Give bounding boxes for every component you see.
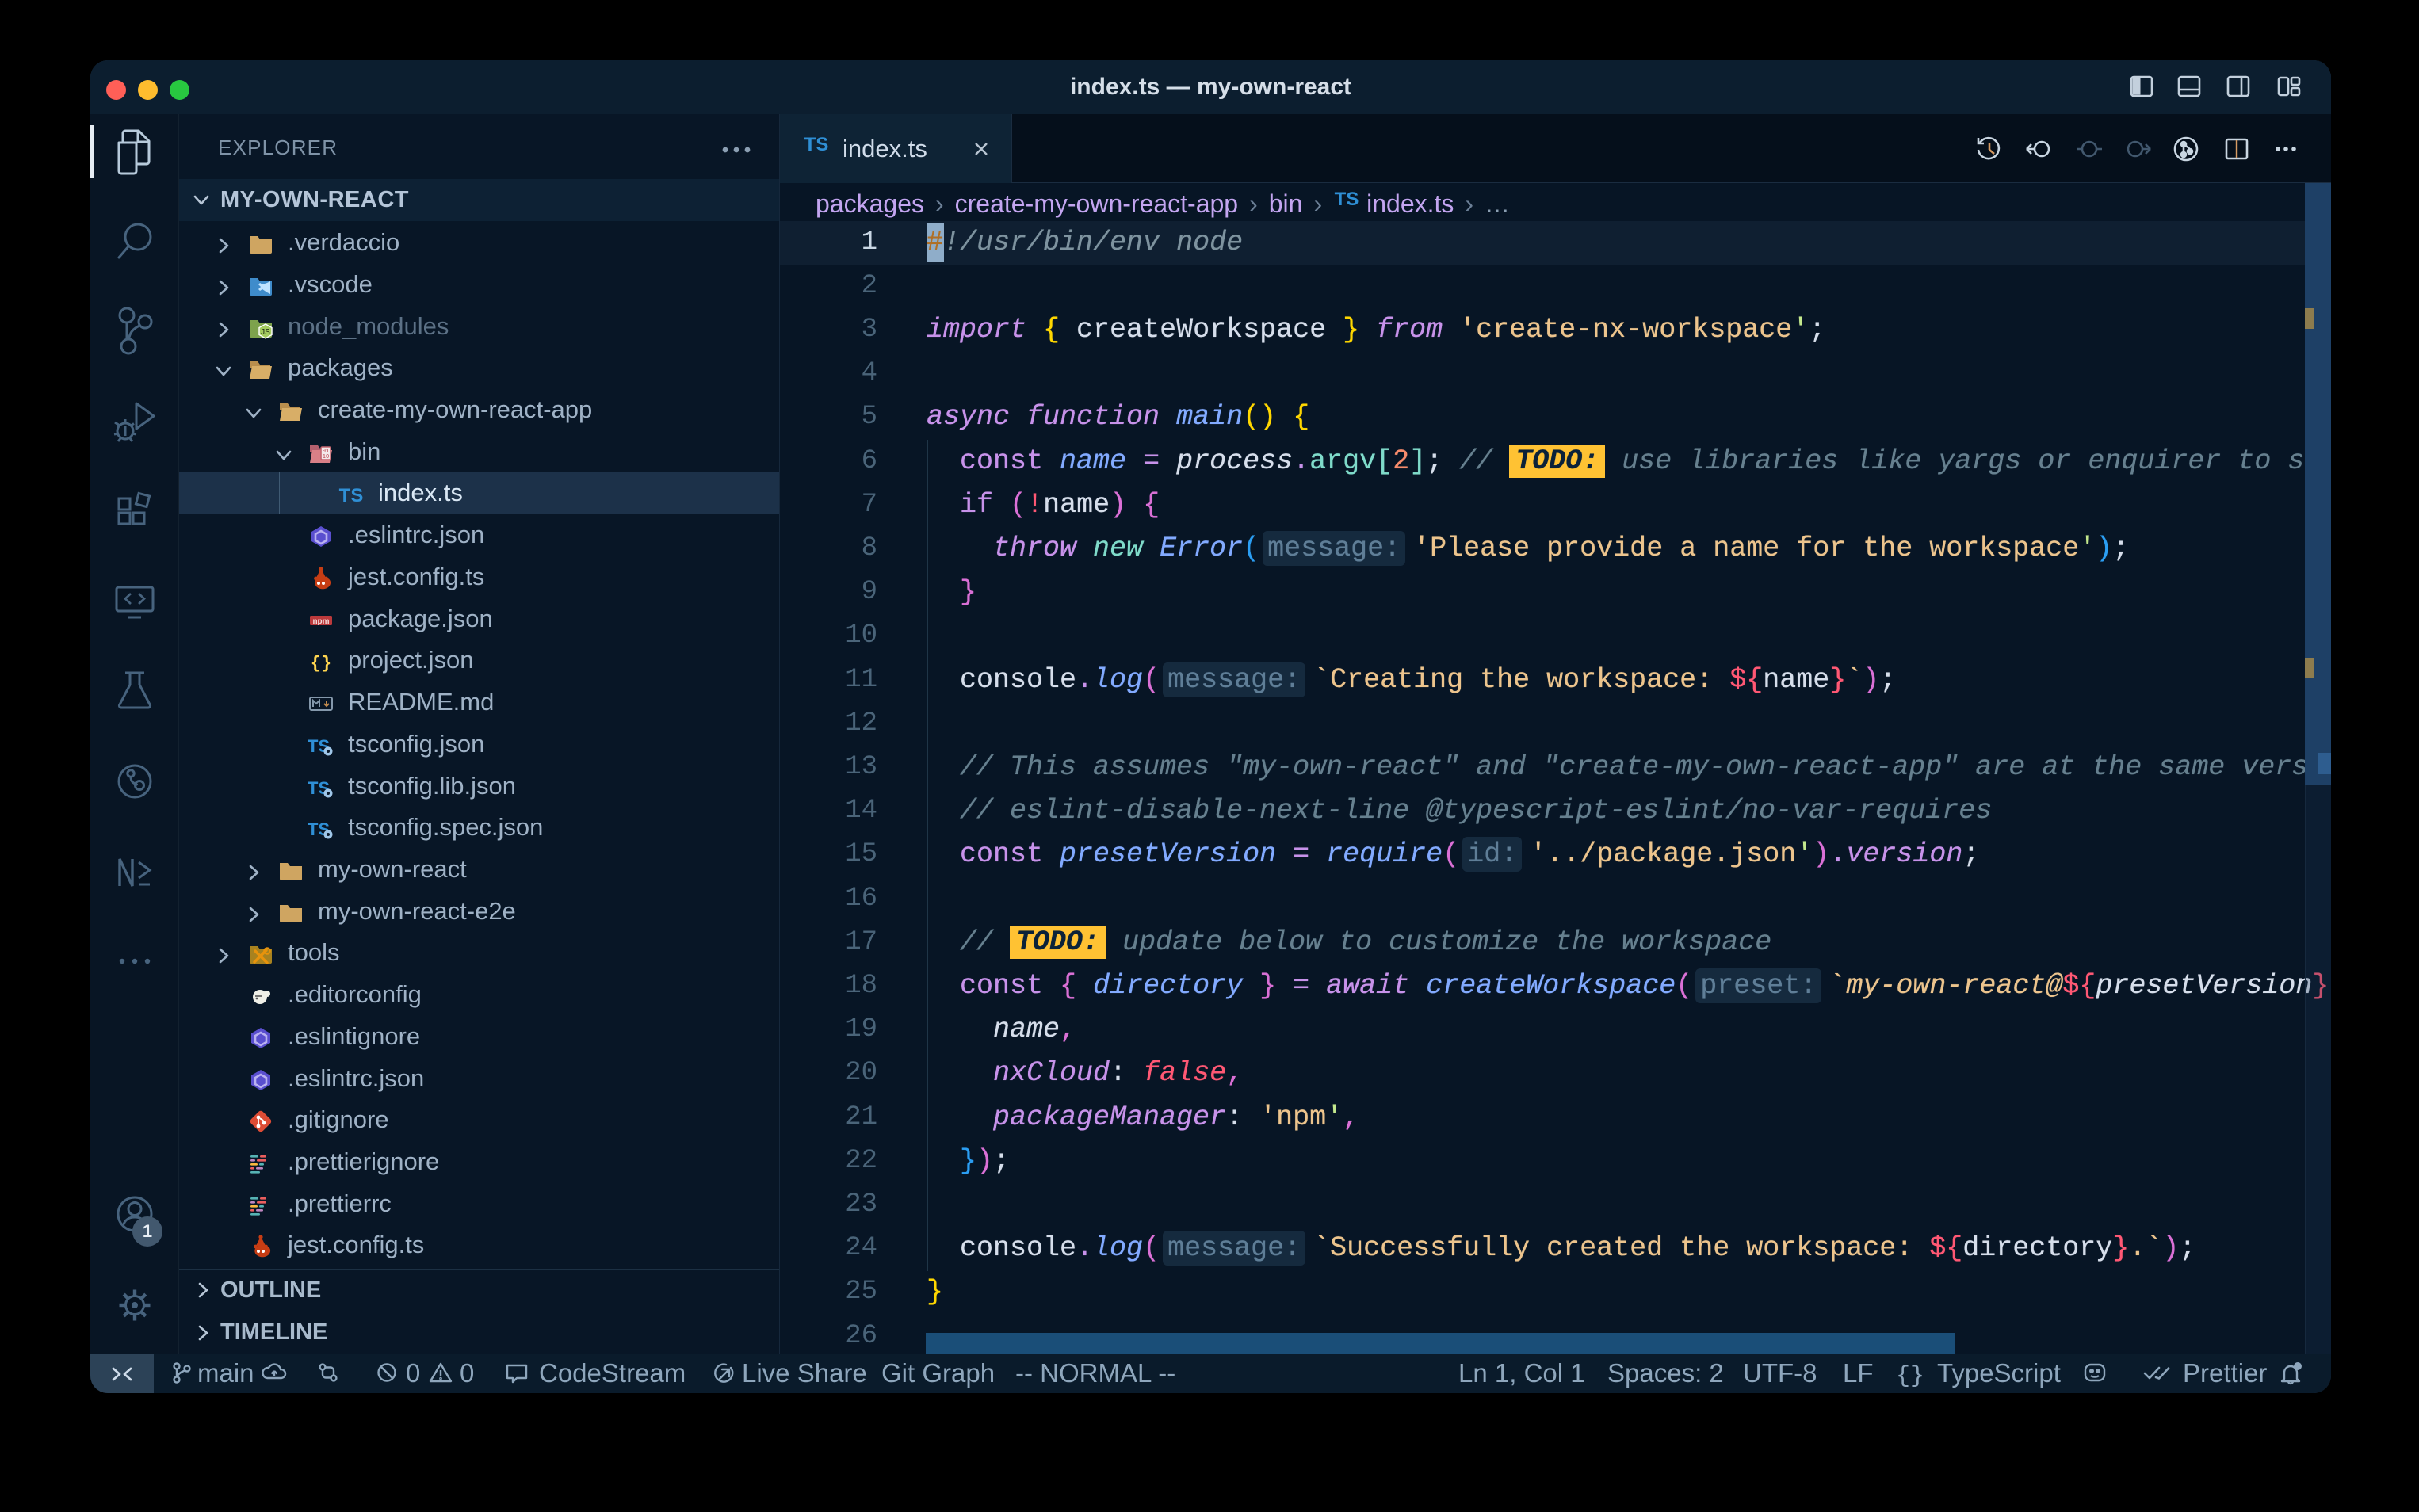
svg-text:TS: TS xyxy=(339,485,364,506)
svg-text:{}: {} xyxy=(311,654,331,674)
svg-text:JS: JS xyxy=(261,328,270,337)
svg-text:10: 10 xyxy=(323,454,329,460)
svg-text:TS: TS xyxy=(804,134,829,155)
svg-text:TS: TS xyxy=(1335,189,1359,210)
svg-text:npm: npm xyxy=(312,617,329,625)
